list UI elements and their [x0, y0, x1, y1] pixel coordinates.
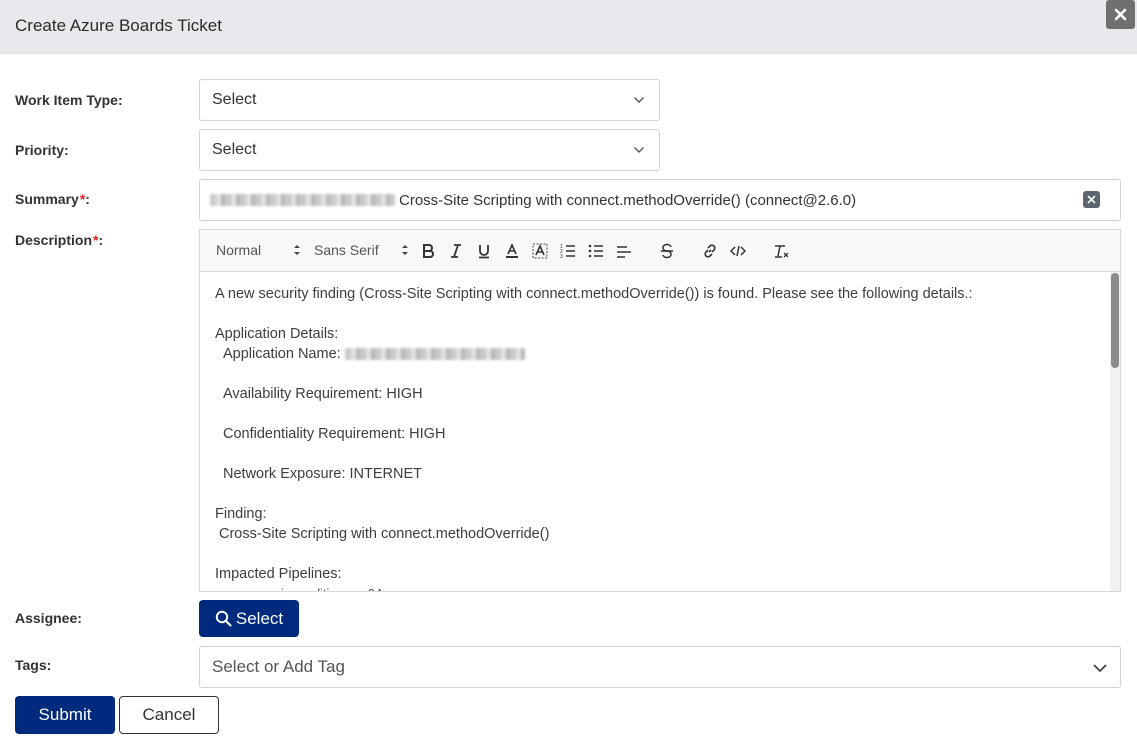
clear-format-button[interactable]: [770, 241, 792, 261]
italic-icon: [451, 244, 461, 258]
priority-label: Priority:: [15, 142, 69, 158]
bold-icon: [423, 244, 434, 258]
submit-button[interactable]: Submit: [15, 696, 115, 734]
finding-heading: Finding:: [215, 506, 267, 522]
network-line: Network Exposure: INTERNET: [223, 466, 423, 482]
finding-value: Cross-Site Scripting with connect.method…: [219, 526, 550, 542]
assignee-select-button[interactable]: Select: [199, 600, 299, 637]
close-icon: [1114, 8, 1127, 21]
font-select[interactable]: Sans Serif: [314, 242, 379, 258]
ordered-list-icon: 123: [560, 244, 575, 259]
redacted-text: [344, 348, 525, 361]
redacted-text: [210, 194, 395, 206]
align-button[interactable]: [613, 241, 635, 261]
link-button[interactable]: [699, 241, 721, 261]
background-color-icon: [532, 243, 548, 259]
underline-icon: [479, 245, 489, 259]
bold-button[interactable]: [417, 241, 439, 261]
strikethrough-icon: [661, 243, 673, 259]
dialog-header: Create Azure Boards Ticket: [0, 0, 1137, 54]
summary-input[interactable]: Cross-Site Scripting with connect.method…: [199, 179, 1121, 221]
underline-button[interactable]: [473, 241, 495, 261]
scrollbar-thumb[interactable]: [1111, 273, 1119, 368]
description-editor[interactable]: Normal Sans Serif 123 A new security fin…: [199, 229, 1121, 592]
select-arrows-icon: [294, 245, 300, 255]
bullet-list-button[interactable]: [585, 241, 607, 261]
priority-select[interactable]: Select: [199, 129, 660, 171]
background-color-button[interactable]: [529, 241, 551, 261]
list-item: agarie_auditis_may04: [255, 586, 1095, 591]
assignee-button-label: Select: [235, 608, 284, 628]
app-name-line: Application Name:: [215, 344, 1095, 364]
chevron-down-icon: [634, 97, 644, 103]
close-icon: [1087, 195, 1096, 204]
work-item-type-select[interactable]: Select: [199, 79, 660, 121]
clear-format-icon: [775, 245, 789, 258]
align-left-icon: [617, 246, 631, 258]
description-intro: A new security finding (Cross-Site Scrip…: [215, 286, 973, 302]
app-details-heading: Application Details:: [215, 326, 339, 342]
confidentiality-line: Confidentiality Requirement: HIGH: [223, 426, 446, 442]
tags-placeholder: Select or Add Tag: [212, 657, 345, 676]
clear-summary-button[interactable]: [1083, 191, 1100, 208]
pipelines-heading: Impacted Pipelines:: [215, 566, 342, 582]
summary-label: Summary*:: [15, 191, 90, 207]
code-button[interactable]: [727, 241, 749, 261]
text-color-icon: [506, 243, 518, 258]
link-icon: [704, 244, 716, 258]
editor-content[interactable]: A new security finding (Cross-Site Scrip…: [200, 272, 1110, 591]
availability-line: Availability Requirement: HIGH: [223, 386, 423, 402]
select-arrows-icon: [402, 245, 408, 255]
search-icon: [215, 610, 232, 627]
cancel-button[interactable]: Cancel: [119, 696, 219, 734]
pipelines-list: agarie_auditis_may04: [215, 586, 1095, 591]
chevron-down-icon: [634, 147, 644, 153]
strikethrough-button[interactable]: [656, 241, 678, 261]
close-button[interactable]: [1106, 0, 1135, 29]
work-item-type-value: Select: [212, 91, 257, 108]
work-item-type-label: Work Item Type:: [15, 92, 123, 108]
editor-scrollbar[interactable]: [1110, 272, 1120, 591]
code-icon: [730, 245, 746, 257]
ordered-list-button[interactable]: 123: [557, 241, 579, 261]
description-label: Description*:: [15, 232, 104, 248]
bullet-list-icon: [588, 244, 603, 258]
text-color-button[interactable]: [501, 241, 523, 261]
editor-toolbar: Normal Sans Serif 123: [200, 230, 1120, 272]
tags-label: Tags:: [15, 657, 52, 673]
assignee-label: Assignee:: [15, 610, 82, 626]
summary-value: Cross-Site Scripting with connect.method…: [399, 191, 857, 209]
chevron-down-icon: [1093, 664, 1107, 673]
size-select[interactable]: Normal: [216, 242, 261, 258]
tags-select[interactable]: Select or Add Tag: [199, 646, 1121, 688]
italic-button[interactable]: [445, 241, 467, 261]
dialog-title: Create Azure Boards Ticket: [15, 16, 222, 35]
svg-text:3: 3: [560, 254, 563, 259]
priority-value: Select: [212, 141, 257, 158]
